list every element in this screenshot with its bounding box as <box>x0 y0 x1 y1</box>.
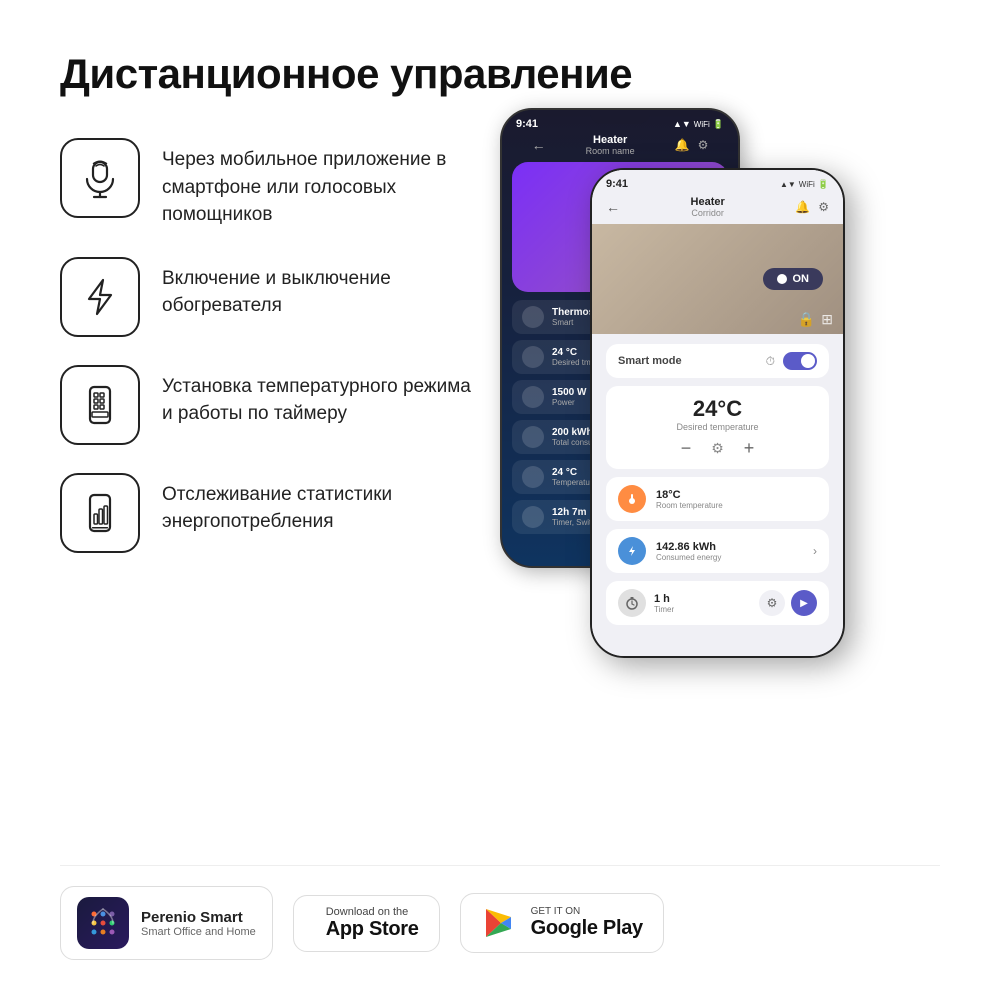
phone-front-notch <box>686 170 750 186</box>
perenio-badge: Perenio Smart Smart Office and Home <box>60 886 273 960</box>
appstore-name: App Store <box>326 918 419 941</box>
feature-icon-voice <box>60 138 140 218</box>
timer-row: 1 h Timer ⚙ ▶ <box>606 581 829 625</box>
googleplay-text: GET IT ON Google Play <box>531 906 643 940</box>
pb-li-icon-5 <box>522 466 544 488</box>
phone-grid-icon <box>79 384 121 426</box>
googleplay-sub: GET IT ON <box>531 906 643 917</box>
feature-icon-power <box>60 257 140 337</box>
pb-li-icon-1 <box>522 306 544 328</box>
on-label: ON <box>793 273 810 285</box>
pb-li-icon-4 <box>522 426 544 448</box>
chart-phone-icon <box>79 492 121 534</box>
energy-row: 142.86 kWh Consumed energy › <box>606 529 829 573</box>
phones-area: 9:41 ▲▼ WiFi 🔋 ← Heater Room name <box>500 138 940 835</box>
appstore-text: Download on the App Store <box>326 906 419 941</box>
appstore-sub: Download on the <box>326 906 419 918</box>
pf-controls: Smart mode ⏱ 24°C Desired temperature <box>592 334 843 635</box>
on-dot <box>777 274 787 284</box>
temp-section: 24°C Desired temperature − ⚙ + <box>606 386 829 469</box>
googleplay-name: Google Play <box>531 917 643 940</box>
timer-gear-btn[interactable]: ⚙ <box>759 590 785 616</box>
appstore-badge[interactable]: Download on the App Store <box>293 895 440 952</box>
pf-time: 9:41 <box>606 178 628 190</box>
feature-item-voice: Через мобильное приложение в смартфоне и… <box>60 138 480 229</box>
timer-icon <box>618 589 646 617</box>
perenio-app-icon <box>77 897 129 949</box>
temp-minus-btn[interactable]: − <box>681 438 692 459</box>
feature-text-stats: Отслеживание статистики энергопотреблени… <box>162 473 480 536</box>
pf-sub: Corridor <box>691 208 725 218</box>
pb-sub: Room name <box>586 146 635 156</box>
energy-icon <box>618 537 646 565</box>
temp-label: Desired temperature <box>618 422 817 432</box>
feature-icon-timer <box>60 365 140 445</box>
page: Дистанционное управление Через м <box>0 0 1000 1000</box>
timer-play-btn[interactable]: ▶ <box>791 590 817 616</box>
pb-title: Heater <box>586 134 635 146</box>
pb-li-icon-6 <box>522 506 544 528</box>
timer-right: ⚙ ▶ <box>759 590 817 616</box>
perenio-name: Perenio Smart <box>141 909 256 926</box>
pb-li-info-6: 12h 7m Timer, Swit <box>552 507 591 527</box>
feature-text-timer: Установка температурного режима и работы… <box>162 365 480 428</box>
feature-item-stats: Отслеживание статистики энергопотреблени… <box>60 473 480 553</box>
pb-time: 9:41 <box>516 118 538 130</box>
googleplay-badge[interactable]: GET IT ON Google Play <box>460 893 664 953</box>
feature-text-power: Включение и выключение обогревателя <box>162 257 480 320</box>
phone-front: 9:41 ▲▼ WiFi 🔋 ← Heater Corridor <box>590 168 845 658</box>
feature-item-timer: Установка температурного режима и работы… <box>60 365 480 445</box>
temp-plus-btn[interactable]: + <box>744 438 755 459</box>
smart-mode-label: Smart mode <box>618 355 682 367</box>
room-temp-icon <box>618 485 646 513</box>
timer-left: 1 h Timer <box>618 589 674 617</box>
perenio-logo-icon <box>86 906 120 940</box>
room-temp-row: 18°C Room temperature <box>606 477 829 521</box>
perenio-text: Perenio Smart Smart Office and Home <box>141 909 256 938</box>
pb-li-icon-2 <box>522 346 544 368</box>
pf-status-icons: ▲▼ WiFi 🔋 <box>780 179 829 190</box>
microphone-icon <box>79 157 121 199</box>
content-area: Через мобильное приложение в смартфоне и… <box>60 138 940 835</box>
google-play-icon <box>481 904 519 942</box>
feature-icon-stats <box>60 473 140 553</box>
temp-controls: − ⚙ + <box>618 438 817 459</box>
room-temp-info: 18°C Room temperature <box>656 489 723 510</box>
pf-photo: ON 🔒 ⊞ <box>592 224 843 334</box>
phone-back-notch <box>590 110 650 124</box>
temp-value: 24°C <box>618 396 817 422</box>
smart-mode-toggle[interactable] <box>783 352 817 370</box>
feature-item-power: Включение и выключение обогревателя <box>60 257 480 337</box>
pb-li-info-3: 1500 W Power <box>552 387 586 407</box>
phone-front-screen: 9:41 ▲▼ WiFi 🔋 ← Heater Corridor <box>592 170 843 656</box>
smart-mode-row: Smart mode ⏱ <box>606 344 829 378</box>
perenio-sub: Smart Office and Home <box>141 926 256 938</box>
temp-adjust-icon: ⚙ <box>711 440 724 457</box>
timer-info: 1 h Timer <box>654 593 674 614</box>
features-column: Через мобильное приложение в смартфоне и… <box>60 138 480 835</box>
pb-status-icons: ▲▼ WiFi 🔋 <box>673 119 724 130</box>
feature-text-voice: Через мобильное приложение в смартфоне и… <box>162 138 480 229</box>
pf-title: Heater <box>691 196 725 208</box>
on-badge: ON <box>763 268 824 290</box>
pb-li-info-2: 24 °C Desired tmp <box>552 347 595 367</box>
energy-info: 142.86 kWh Consumed energy <box>656 541 721 562</box>
bottom-section: Perenio Smart Smart Office and Home Down… <box>60 865 940 960</box>
pb-li-icon-3 <box>522 386 544 408</box>
lightning-icon <box>79 276 121 318</box>
page-title: Дистанционное управление <box>60 50 940 98</box>
pb-li-info-4: 200 kWh Total consu <box>552 427 593 447</box>
